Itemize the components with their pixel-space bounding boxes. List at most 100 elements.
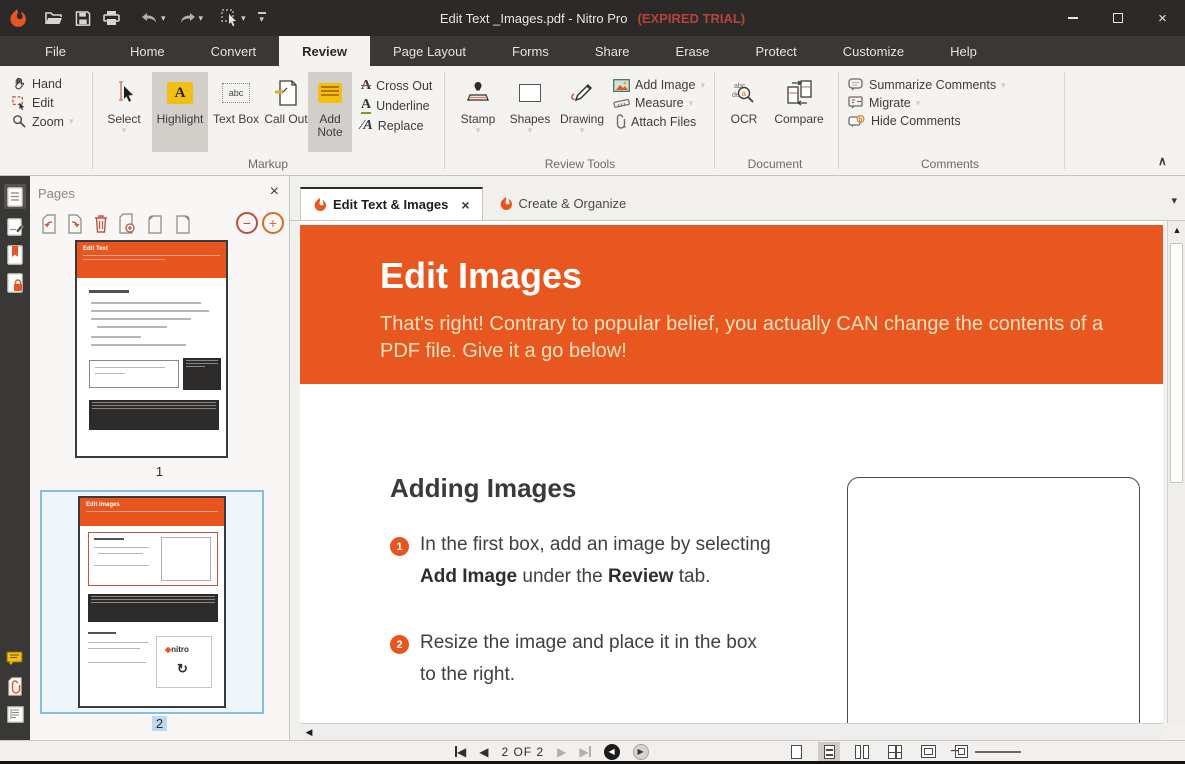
view-continuous-button[interactable] (818, 742, 840, 761)
edit-tool-button[interactable]: Edit (8, 93, 77, 112)
ocr-button[interactable]: abcdea OCR (722, 72, 766, 152)
thumbnail-zoom-out-button[interactable]: − (236, 212, 258, 234)
add-image-button[interactable]: Add Image ▾ (610, 76, 708, 94)
view-single-page-button[interactable] (785, 742, 807, 761)
zoom-dropdown-icon[interactable]: ▾ (69, 117, 74, 126)
rotate-page-cw-button[interactable] (172, 212, 194, 236)
migrate-button[interactable]: Migrate ▾ (845, 94, 1009, 112)
save-button[interactable] (72, 9, 94, 28)
menu-tab-protect[interactable]: Protect (733, 36, 820, 66)
collapse-ribbon-chevron-icon[interactable]: ∧ (1158, 154, 1167, 168)
highlight-button[interactable]: A Highlight (152, 72, 208, 152)
summarize-comments-button[interactable]: Summarize Comments ▾ (845, 76, 1009, 94)
print-button[interactable] (100, 8, 123, 28)
add-note-button[interactable]: Add Note (308, 72, 352, 152)
select-tool-dropdown-icon[interactable]: ▾ (241, 14, 246, 23)
menu-tab-share[interactable]: Share (572, 36, 653, 66)
scroll-left-icon[interactable]: ◀ (300, 727, 318, 738)
hide-comments-button[interactable]: b Hide Comments (845, 112, 1009, 130)
page-thumbnail-2-selected[interactable]: Edit Images ◆nitro ↻ (40, 490, 264, 714)
minimize-button[interactable] (1050, 0, 1095, 36)
replace-button[interactable]: ∕A Replace (358, 116, 435, 136)
menu-tab-convert[interactable]: Convert (188, 36, 280, 66)
vertical-scrollbar[interactable]: ▲ (1167, 221, 1185, 723)
view-fit-page-button[interactable] (917, 742, 939, 761)
vertical-scrollbar-thumb[interactable] (1170, 243, 1183, 483)
cross-out-button[interactable]: A Cross Out (358, 76, 435, 96)
view-history-back-button[interactable]: ◀ (604, 744, 620, 760)
open-file-button[interactable] (42, 9, 66, 28)
zoom-tool-button[interactable]: Zoom ▾ (8, 112, 77, 131)
attach-files-button[interactable]: Attach Files (610, 112, 708, 132)
menu-tab-file[interactable]: File (22, 36, 89, 66)
undo-button[interactable]: ▾ (137, 9, 169, 27)
view-quad-pages-button[interactable] (884, 742, 906, 761)
rotate-left-button[interactable] (38, 212, 60, 236)
compare-button[interactable]: Compare (768, 72, 830, 152)
menu-tab-page-layout[interactable]: Page Layout (370, 36, 489, 66)
image-placeholder-box[interactable] (847, 477, 1140, 723)
maximize-button[interactable] (1095, 0, 1140, 36)
signatures-panel-tab[interactable] (4, 214, 26, 239)
fields-panel-tab[interactable] (4, 702, 26, 727)
text-box-button[interactable]: abc Text Box (210, 72, 262, 152)
rotate-right-button[interactable] (64, 212, 86, 236)
pages-panel-close-icon[interactable]: × (270, 184, 279, 200)
select-tool-quick-button[interactable]: ▾ (218, 7, 249, 29)
security-panel-tab[interactable] (4, 270, 26, 295)
zoom-out-status-button[interactable]: − (950, 743, 959, 761)
page-thumbnail-1[interactable]: Edit Text (75, 240, 228, 458)
bookmarks-panel-tab[interactable] (4, 242, 26, 267)
migrate-dropdown-icon[interactable]: ▾ (916, 99, 921, 108)
menu-tab-review[interactable]: Review (279, 36, 370, 66)
last-page-button[interactable]: ▶ (579, 745, 590, 759)
previous-page-button[interactable]: ◀ (479, 745, 488, 759)
thumbnail-zoom-in-button[interactable]: + (262, 212, 284, 234)
zoom-slider[interactable] (975, 751, 1021, 753)
next-page-button[interactable]: ▶ (557, 745, 566, 759)
add-image-dropdown-icon[interactable]: ▾ (700, 81, 705, 90)
hand-tool-button[interactable]: Hand (8, 74, 77, 93)
menu-tab-home[interactable]: Home (107, 36, 188, 66)
doc-tab-edit-text-images[interactable]: Edit Text & Images × (300, 187, 483, 220)
view-history-forward-button[interactable]: ▶ (633, 744, 649, 760)
shapes-dropdown-icon[interactable]: ▾ (528, 126, 533, 135)
stamp-button[interactable]: Stamp ▾ (452, 72, 504, 152)
redo-button[interactable]: ▾ (175, 9, 207, 27)
select-button[interactable]: Select ▾ (98, 72, 150, 152)
first-page-button[interactable]: ◀ (455, 745, 466, 759)
delete-page-button[interactable] (90, 212, 112, 236)
menu-tab-help[interactable]: Help (927, 36, 1000, 66)
tab-list-dropdown-icon[interactable]: ▾ (1171, 194, 1177, 207)
menu-tab-forms[interactable]: Forms (489, 36, 572, 66)
shapes-button[interactable]: Shapes ▾ (504, 72, 556, 152)
rotate-page-ccw-button[interactable] (144, 212, 166, 236)
attachments-panel-tab[interactable] (4, 674, 26, 699)
measure-dropdown-icon[interactable]: ▾ (689, 99, 694, 108)
comments-panel-tab[interactable] (4, 646, 26, 671)
underline-button[interactable]: A Underline (358, 96, 435, 116)
tab-close-icon[interactable]: × (461, 197, 469, 213)
undo-dropdown-icon[interactable]: ▾ (161, 14, 166, 23)
select-dropdown-icon[interactable]: ▾ (122, 126, 127, 135)
measure-button[interactable]: Measure ▾ (610, 94, 708, 112)
section-heading: Adding Images (390, 473, 576, 504)
stamp-dropdown-icon[interactable]: ▾ (476, 126, 481, 135)
redo-dropdown-icon[interactable]: ▾ (199, 14, 204, 23)
doc-tab-create-organize[interactable]: Create & Organize (487, 187, 639, 220)
drawing-dropdown-icon[interactable]: ▾ (580, 126, 585, 135)
quick-access-customize-button[interactable]: ▾ (255, 10, 269, 26)
view-facing-pages-button[interactable] (851, 742, 873, 761)
pages-panel-tab[interactable] (4, 184, 26, 209)
markup-group-label: Markup (98, 157, 438, 171)
drawing-button[interactable]: Drawing ▾ (556, 72, 608, 152)
menu-tab-erase[interactable]: Erase (653, 36, 733, 66)
close-button[interactable]: × (1140, 0, 1185, 36)
call-out-button[interactable]: Call Out (260, 72, 312, 152)
page-thumbnail-2[interactable]: Edit Images ◆nitro ↻ (78, 496, 226, 708)
scroll-up-icon[interactable]: ▲ (1168, 221, 1185, 238)
summarize-dropdown-icon[interactable]: ▾ (1001, 81, 1006, 90)
horizontal-scrollbar[interactable]: ◀ (300, 723, 1163, 740)
menu-tab-customize[interactable]: Customize (820, 36, 927, 66)
extract-page-button[interactable] (116, 212, 138, 236)
